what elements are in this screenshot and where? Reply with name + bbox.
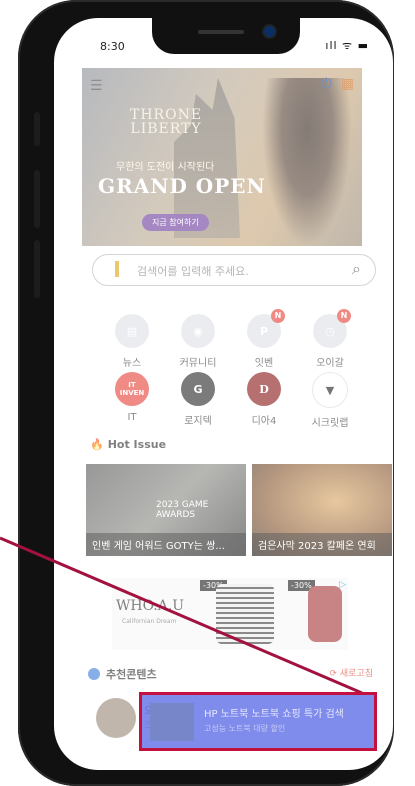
community-icon: ◉ [181,314,215,348]
clock-icon: ◷ N [313,309,351,348]
new-badge: N [337,309,351,323]
grid-menu-icon[interactable]: ▦ [341,76,354,92]
diablo-icon: D [247,372,281,406]
hot-issue-card[interactable]: 검은사막 2023 칼페온 연회 [252,464,392,556]
shortcut-label: IT [127,412,137,423]
recommend-heading: 추천콘텐츠 [88,666,157,682]
banner-subtitle: 무한의 도전이 시작된다 [116,162,215,173]
phone-frame: 8:30 ıll ᯤ ▬ ☰ ⏻ ▦ THRONE LIBERTY 무한의 도전… [18,0,394,786]
shortcut-community[interactable]: ◉ 커뮤니티 [170,314,226,369]
promo-banner[interactable]: ☰ ⏻ ▦ THRONE LIBERTY 무한의 도전이 시작된다 GRAND … [82,68,362,246]
hot-issue-title: Hot Issue [107,438,167,451]
banner-logo-line2: LIBERTY [130,121,202,137]
ad-hoodie-image [308,586,342,642]
speaker-grille [198,30,244,34]
banner-logo: THRONE LIBERTY [130,108,202,136]
shortcut-label: 잇벤 [254,358,274,369]
shortcut-itben[interactable]: PN 잇벤 [236,309,292,369]
ad-brand: WHO.A.U [116,598,185,614]
shortcut-label: 뉴스 [122,358,142,369]
power-icon[interactable]: ⏻ [321,76,332,92]
search-input[interactable]: 검색어를 입력해 주세요. [137,263,249,279]
recommend-title: 추천콘텐츠 [106,668,157,681]
ad-thumbnail [150,703,194,741]
shortcut-label: 로지텍 [184,416,212,427]
ad-banner[interactable]: WHO.A.U Californian Dream -30% -30% ▷ [112,578,348,650]
card-overlay-text: 2023 GAME AWARDS [156,500,209,520]
banner-logo-line1: THRONE [130,107,203,123]
mute-switch [34,112,40,146]
banner-cta-button[interactable]: 지금 참여하기 [142,214,209,231]
ad-shirt-image [216,584,274,644]
shortcut-logitech[interactable]: G 로지텍 [170,372,226,427]
volume-down-button [34,240,40,298]
shortcut-label: 디아4 [251,416,277,427]
shortcut-news[interactable]: ▤ 뉴스 [104,314,160,369]
app-content: ☰ ⏻ ▦ THRONE LIBERTY 무한의 도전이 시작된다 GRAND … [54,18,393,770]
search-icon[interactable]: ⌕ [352,259,361,279]
card-caption: 인벤 게임 어워드 GOTY는 쌍... [86,533,246,556]
banner-headline: GRAND OPEN [98,174,266,198]
it-inven-icon: IT INVEN [115,372,149,406]
card-caption: 검은사막 2023 칼페온 연회 [252,533,392,556]
shortcut-label: 오이갈 [316,358,344,369]
hot-issue-heading: 🔥 Hot Issue [90,438,166,451]
shortcut-label: 시크릿랩 [311,418,349,429]
phone-screen: 8:30 ıll ᯤ ▬ ☰ ⏻ ▦ THRONE LIBERTY 무한의 도전… [54,18,393,770]
shortcut-secretlab[interactable]: ▼ 시크릿랩 [302,372,358,429]
news-icon: ▤ [115,314,149,348]
notch [152,18,300,54]
camera-icon [264,26,275,37]
shortcut-it[interactable]: IT INVEN IT [104,372,160,423]
search-cursor [115,261,119,277]
ad-brand-sub: Californian Dream [122,618,177,625]
ad-choices-icon[interactable]: ▷ [339,580,346,590]
highlighted-ad-region[interactable]: HP 노트북 노트북 쇼핑 특가 검색 고성능 노트북 대량 할인 [139,692,377,751]
secretlab-icon: ▼ [312,372,348,408]
volume-up-button [34,170,40,228]
shortcut-oigal[interactable]: ◷ N 오이갈 [302,309,358,369]
new-badge: N [271,309,285,323]
overlay-line1: HP 노트북 노트북 쇼핑 특가 검색 [204,709,344,720]
refresh-label: 새로고침 [339,669,373,679]
p-icon: PN [247,309,285,348]
hamburger-menu-icon[interactable]: ☰ [90,78,103,94]
refresh-button[interactable]: ⟳ 새로고침 [329,666,373,679]
search-bar[interactable]: 검색어를 입력해 주세요. ⌕ [92,254,376,286]
overlay-line2: 고성능 노트북 대량 할인 [204,724,286,733]
hero-art [262,78,352,246]
flame-icon: 🔥 [90,438,104,451]
shortcut-diablo4[interactable]: D 디아4 [236,372,292,427]
recommend-icon [88,668,100,680]
hot-issue-card[interactable]: 2023 GAME AWARDS 인벤 게임 어워드 GOTY는 쌍... [86,464,246,556]
recommend-avatar [96,698,136,738]
logitech-icon: G [181,372,215,406]
shortcut-label: 커뮤니티 [179,358,217,369]
